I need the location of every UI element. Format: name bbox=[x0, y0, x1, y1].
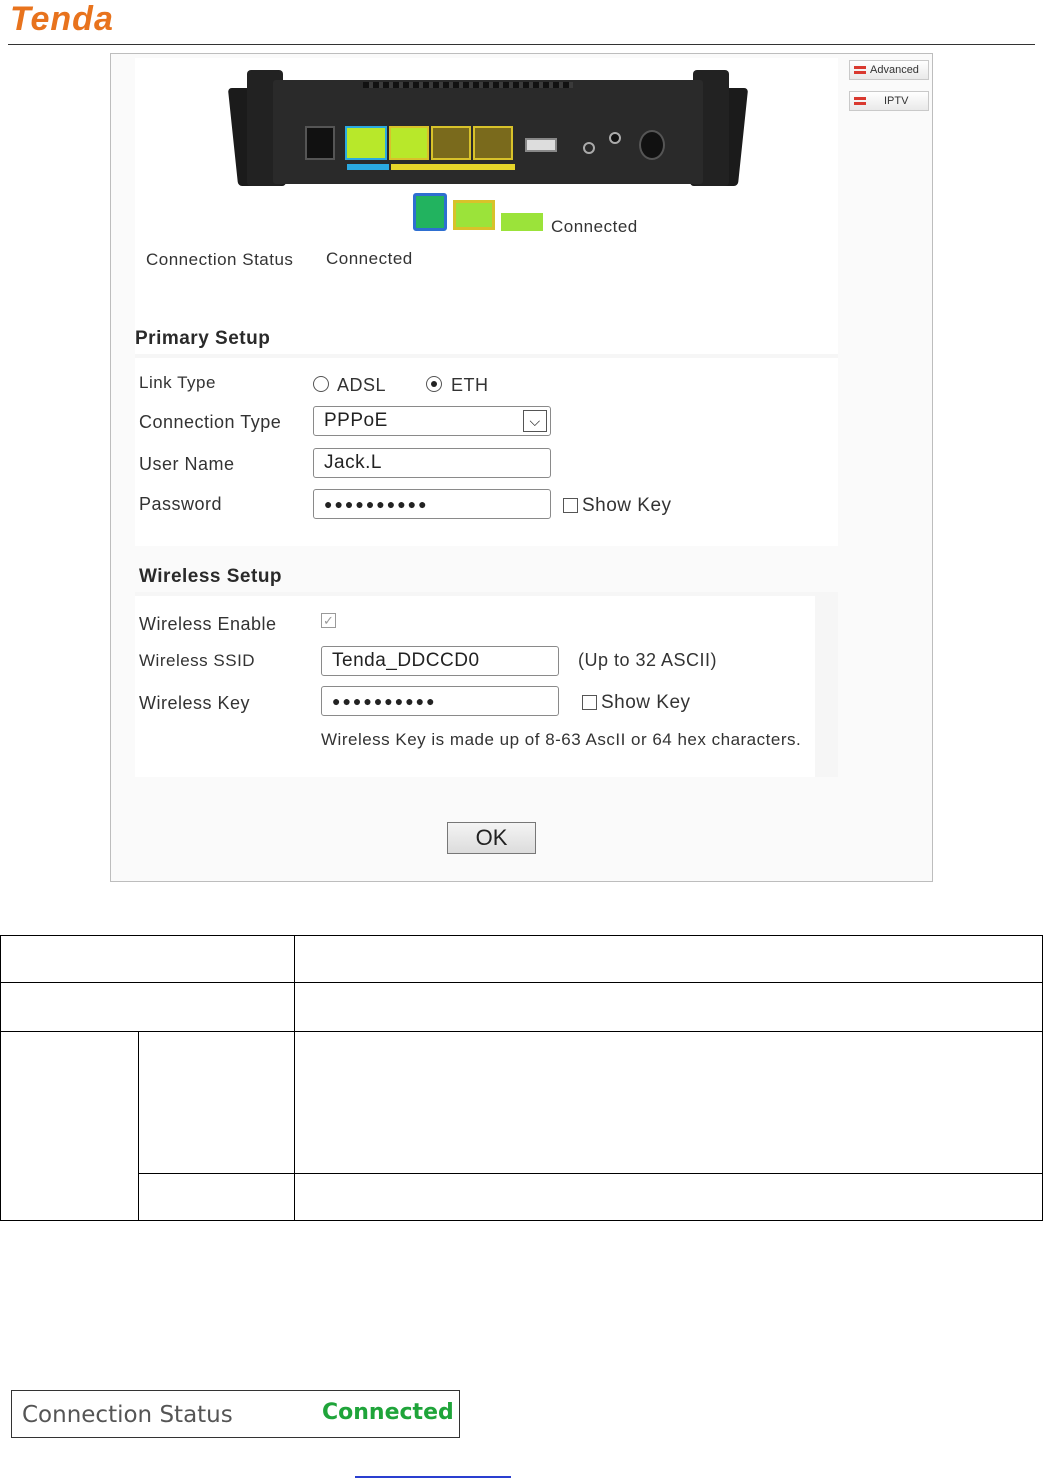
power-switch bbox=[639, 130, 665, 160]
table-cell bbox=[294, 1031, 1043, 1174]
hyperlink-underline[interactable] bbox=[355, 1476, 511, 1478]
wireless-enable-label: Wireless Enable bbox=[139, 614, 277, 634]
advanced-button[interactable]: Advanced bbox=[849, 60, 929, 80]
user-name-label: User Name bbox=[139, 454, 235, 474]
table-cell bbox=[294, 935, 1043, 983]
lan-port-4 bbox=[473, 126, 513, 160]
legend-status-text: Connected bbox=[551, 217, 638, 236]
router-setup-screenshot: Advanced IPTV Connected Connection Statu… bbox=[110, 53, 933, 882]
connection-type-value: PPPoE bbox=[324, 410, 388, 431]
table-cell bbox=[138, 1173, 295, 1221]
adsl-label: ADSL bbox=[337, 375, 387, 395]
dsl-port bbox=[305, 126, 335, 160]
table-cell bbox=[294, 1173, 1043, 1221]
status-box-label: Connection Status bbox=[22, 1402, 233, 1428]
wireless-ssid-label: Wireless SSID bbox=[139, 651, 256, 670]
wireless-key-input[interactable]: ●●●●●●●●●● bbox=[321, 686, 559, 716]
iptv-button[interactable]: IPTV bbox=[849, 91, 929, 111]
advanced-label: Advanced bbox=[870, 64, 919, 76]
iptv-label: IPTV bbox=[884, 95, 909, 107]
phone-port-icon bbox=[413, 193, 447, 231]
table-cell bbox=[138, 1031, 295, 1174]
table-cell bbox=[0, 982, 295, 1032]
status-box-value: Connected bbox=[322, 1400, 454, 1425]
wireless-enable-checkbox[interactable]: ✓ bbox=[321, 613, 336, 628]
wireless-setup-title: Wireless Setup bbox=[139, 566, 283, 587]
table-cell bbox=[294, 982, 1043, 1032]
advanced-icon bbox=[854, 64, 866, 76]
chevron-down-icon[interactable]: ⌵ bbox=[523, 410, 547, 432]
lan-port-1 bbox=[345, 126, 387, 160]
lan-port-3 bbox=[431, 126, 471, 160]
link-type-label: Link Type bbox=[139, 373, 216, 392]
ethernet-port-icon bbox=[453, 200, 495, 230]
wireless-key-label: Wireless Key bbox=[139, 693, 251, 713]
link-indicator-icon bbox=[501, 213, 543, 231]
eth-label: ETH bbox=[451, 375, 489, 395]
ok-button[interactable]: OK bbox=[447, 822, 536, 854]
dc-port bbox=[609, 132, 621, 144]
connection-type-label: Connection Type bbox=[139, 412, 282, 432]
connection-type-select[interactable]: PPPoE ⌵ bbox=[313, 406, 551, 436]
primary-setup-title: Primary Setup bbox=[135, 328, 271, 349]
connection-status-value: Connected bbox=[326, 249, 413, 268]
connection-status-label: Connection Status bbox=[146, 250, 294, 269]
iptv-icon bbox=[854, 95, 866, 107]
usb-port bbox=[525, 138, 557, 152]
wireless-ssid-hint: (Up to 32 ASCII) bbox=[578, 650, 718, 670]
wireless-ssid-input[interactable]: Tenda_DDCCD0 bbox=[321, 646, 559, 676]
connection-status-box: Connection Status Connected bbox=[11, 1390, 460, 1438]
table-cell bbox=[0, 1031, 139, 1221]
adsl-radio[interactable] bbox=[313, 376, 329, 392]
router-back-illustration bbox=[227, 68, 749, 188]
wireless-key-note: Wireless Key is made up of 8-63 AscII or… bbox=[321, 730, 802, 749]
parameter-table bbox=[0, 935, 1043, 1221]
wireless-key-show-key-label: Show Key bbox=[601, 692, 691, 713]
password-input[interactable]: ●●●●●●●●●● bbox=[313, 489, 551, 519]
wireless-key-show-key-checkbox[interactable] bbox=[582, 695, 597, 710]
brand-logo: Tenda bbox=[10, 0, 114, 38]
wps-button bbox=[583, 142, 595, 154]
user-name-input[interactable]: Jack.L bbox=[313, 448, 551, 478]
table-cell bbox=[0, 935, 295, 983]
eth-radio[interactable] bbox=[426, 376, 442, 392]
password-show-key-checkbox[interactable] bbox=[563, 498, 578, 513]
header-divider bbox=[8, 44, 1035, 45]
lan-port-2 bbox=[389, 126, 429, 160]
password-show-key-label: Show Key bbox=[582, 495, 672, 516]
password-label: Password bbox=[139, 494, 223, 514]
